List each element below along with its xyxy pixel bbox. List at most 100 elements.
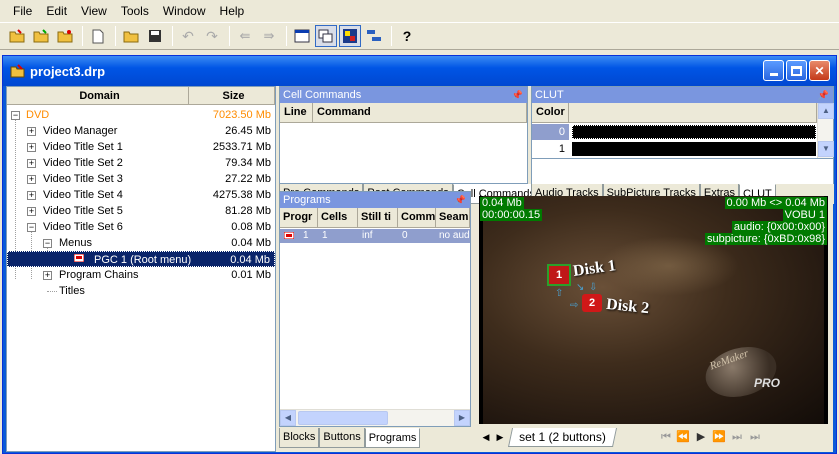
open-project-button[interactable] <box>30 25 52 47</box>
window-list-icon <box>294 29 310 43</box>
properties-button[interactable] <box>291 25 313 47</box>
tree-row-vts1[interactable]: + Video Title Set 1 2533.71 Mb <box>7 139 275 155</box>
structure-button[interactable] <box>363 25 385 47</box>
expand-icon[interactable]: + <box>27 159 36 168</box>
page-icon <box>92 29 104 43</box>
menu-view[interactable]: View <box>74 0 114 22</box>
back-button[interactable]: ⇚ <box>234 25 256 47</box>
tree-row-vts4[interactable]: + Video Title Set 4 4275.38 Mb <box>7 187 275 203</box>
program-number: 1 <box>303 230 309 241</box>
column-header-still-time[interactable]: Still ti <box>358 208 398 228</box>
tree-row-pgc1[interactable]: PGC 1 (Root menu) 0.04 Mb <box>7 251 275 267</box>
new-project-button[interactable] <box>6 25 28 47</box>
import-button[interactable] <box>54 25 76 47</box>
minimize-button[interactable] <box>763 60 784 81</box>
rewind-icon[interactable]: ⏪ <box>676 430 690 444</box>
scroll-down-icon[interactable]: ▼ <box>818 141 834 157</box>
nav-arrow-icon: ↘ <box>576 282 585 293</box>
clut-swatch[interactable] <box>572 142 816 156</box>
tab-blocks[interactable]: Blocks <box>279 428 320 448</box>
tab-scroll-left-icon[interactable]: ◀ <box>480 430 492 444</box>
menu-preview[interactable]: 0.04 Mb 00:00:00.15 0.00 Mb <> 0.04 Mb V… <box>479 196 828 424</box>
undo-button[interactable]: ↶ <box>177 25 199 47</box>
column-header-color[interactable]: Color <box>532 103 569 123</box>
preview-button[interactable] <box>339 25 361 47</box>
column-header-size[interactable]: Size <box>189 87 275 105</box>
close-button[interactable]: ✕ <box>809 60 830 81</box>
tree-row-vts3[interactable]: + Video Title Set 3 27.22 Mb <box>7 171 275 187</box>
fast-forward-icon[interactable]: ⏩ <box>712 430 726 444</box>
tab-set-1[interactable]: set 1 (2 buttons) <box>507 428 617 447</box>
program-row[interactable]: 1 1 inf 0 no aud <box>280 229 470 243</box>
help-button[interactable]: ? <box>396 25 418 47</box>
tab-buttons[interactable]: Buttons <box>319 428 365 448</box>
collapse-icon[interactable]: − <box>27 223 36 232</box>
close-icon: ✕ <box>814 63 825 78</box>
column-header-program[interactable]: Progr <box>280 208 318 228</box>
pin-icon[interactable]: 📌 <box>512 87 523 103</box>
column-header-commands[interactable]: Comm <box>398 208 436 228</box>
first-frame-icon[interactable]: ⏮ <box>659 430 673 444</box>
next-frame-icon[interactable]: ⏭ <box>730 430 744 444</box>
column-header-line[interactable]: Line <box>280 103 313 123</box>
tree-row-vts2[interactable]: + Video Title Set 2 79.34 Mb <box>7 155 275 171</box>
last-frame-icon[interactable]: ⏭ <box>748 430 762 444</box>
program-cells: 1 <box>322 230 328 241</box>
clut-swatch[interactable] <box>572 125 816 139</box>
save-button[interactable] <box>144 25 166 47</box>
expand-icon[interactable]: + <box>27 143 36 152</box>
windows-icon <box>318 29 333 43</box>
tree-row-menus[interactable]: − Menus 0.04 Mb <box>7 235 275 251</box>
column-header-seamless[interactable]: Seam <box>436 208 470 228</box>
toolbar-separator <box>172 26 173 46</box>
expand-icon[interactable]: + <box>27 207 36 216</box>
column-header-command[interactable]: Command <box>313 103 527 123</box>
menu-bar: File Edit View Tools Window Help <box>0 0 839 22</box>
open-file-button[interactable] <box>120 25 142 47</box>
preview-cloud <box>599 236 739 296</box>
forward-button[interactable]: ⇛ <box>258 25 280 47</box>
tab-programs[interactable]: Programs <box>364 428 421 448</box>
scroll-left-icon[interactable]: ◀ <box>280 410 296 426</box>
menu-button-1[interactable]: 1 <box>547 264 571 286</box>
tree-row-dvd[interactable]: − DVD 7023.50 Mb <box>7 107 275 123</box>
expand-icon[interactable]: + <box>27 191 36 200</box>
tree-row-program-chains[interactable]: + Program Chains 0.01 Mb <box>7 267 275 283</box>
menu-tools[interactable]: Tools <box>114 0 156 22</box>
collapse-icon[interactable]: − <box>43 239 52 248</box>
tree-row-vts5[interactable]: + Video Title Set 5 81.28 Mb <box>7 203 275 219</box>
collapse-icon[interactable]: − <box>11 111 20 120</box>
clut-index: 1 <box>558 143 565 155</box>
tree-row-vts6[interactable]: − Video Title Set 6 0.08 Mb <box>7 219 275 235</box>
column-header-cells[interactable]: Cells <box>318 208 358 228</box>
clut-scrollbar[interactable]: ▲ ▼ <box>817 103 834 158</box>
preview-audio: audio: {0x00:0x00} <box>731 221 827 233</box>
pin-icon[interactable]: 📌 <box>818 87 829 103</box>
tab-scroll-right-icon[interactable]: ▶ <box>494 430 506 444</box>
menu-window[interactable]: Window <box>156 0 213 22</box>
menu-help[interactable]: Help <box>213 0 252 22</box>
menu-button-2[interactable]: 2 <box>582 294 602 312</box>
tree-row-titles[interactable]: Titles <box>7 283 275 299</box>
scroll-thumb[interactable] <box>298 411 388 425</box>
tree-row-video-manager[interactable]: + Video Manager 26.45 Mb <box>7 123 275 139</box>
toolbar-separator <box>391 26 392 46</box>
play-icon[interactable]: ▶ <box>694 430 708 444</box>
preview-vobu-size: 0.00 Mb <> 0.04 Mb <box>724 197 827 209</box>
expand-icon[interactable]: + <box>43 271 52 280</box>
new-file-button[interactable] <box>87 25 109 47</box>
menu-edit[interactable]: Edit <box>39 0 74 22</box>
pin-icon[interactable]: 📌 <box>455 192 466 208</box>
menu-file[interactable]: File <box>6 0 39 22</box>
scroll-up-icon[interactable]: ▲ <box>818 103 834 119</box>
expand-icon[interactable]: + <box>27 127 36 136</box>
project-file-icon <box>10 64 25 78</box>
redo-button[interactable]: ↷ <box>201 25 223 47</box>
tree-item-label: Video Title Set 1 <box>43 141 123 153</box>
expand-icon[interactable]: + <box>27 175 36 184</box>
programs-hscrollbar[interactable]: ◀ ▶ <box>280 409 470 426</box>
column-header-domain[interactable]: Domain <box>7 87 189 105</box>
scroll-right-icon[interactable]: ▶ <box>454 410 470 426</box>
maximize-button[interactable] <box>786 60 807 81</box>
layout-button[interactable] <box>315 25 337 47</box>
